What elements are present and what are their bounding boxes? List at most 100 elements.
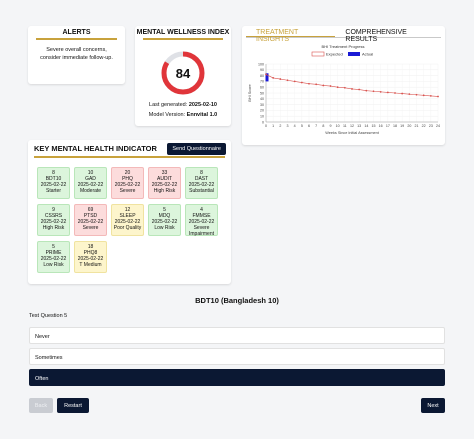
alerts-title: ALERTS: [62, 29, 91, 36]
option-sometimes[interactable]: Sometimes: [29, 348, 445, 365]
y-tick-label: 10: [260, 115, 264, 119]
tile-status: Severe: [119, 188, 136, 194]
x-tick-label: 12: [350, 124, 354, 128]
y-tick-label: 90: [260, 68, 264, 72]
expected-point: [379, 90, 382, 93]
wellness-model: Model Version: Ennvital 1.0: [135, 112, 231, 118]
indicator-tile-bdt10[interactable]: 8 BDT10 2025-02-22 Starter: [37, 167, 70, 199]
x-tick-label: 2: [279, 124, 281, 128]
x-tick-label: 21: [415, 124, 419, 128]
option-often[interactable]: Often: [29, 369, 445, 386]
indicators-title: KEY MENTAL HEALTH INDICATOR: [34, 144, 157, 153]
indicator-tile-prime[interactable]: 5 PRIME 2025-02-22 Low Risk: [37, 241, 70, 273]
legend-swatch-actual: [348, 52, 360, 56]
expected-point: [279, 78, 282, 80]
indicator-tile-dast[interactable]: 8 DAST 2025-02-22 Substantial: [185, 167, 218, 199]
x-tick-label: 7: [315, 124, 317, 128]
indicators-divider: [34, 156, 225, 158]
expected-point: [372, 90, 375, 93]
x-tick-label: 20: [407, 124, 411, 128]
x-tick-label: 14: [364, 124, 368, 128]
tab-treatment-insights[interactable]: TREATMENT INSIGHTS: [246, 26, 336, 43]
expected-point: [437, 95, 439, 98]
wellness-generated: Last generated: 2025-02-10: [135, 102, 231, 108]
y-tick-label: 60: [260, 86, 264, 90]
indicators-card: KEY MENTAL HEALTH INDICATOR Send Questio…: [28, 140, 231, 284]
x-tick-label: 13: [357, 124, 361, 128]
indicator-tile-phq[interactable]: 20 PHQ 2025-02-22 Severe: [111, 167, 144, 199]
expected-point: [329, 85, 332, 87]
x-tick-label: 8: [322, 124, 324, 128]
indicator-tile-gad[interactable]: 10 GAD 2025-02-22 Moderate: [74, 167, 107, 199]
x-tick-label: 3: [287, 124, 289, 128]
indicator-tile-cssrs[interactable]: 9 CSSRS 2025-02-22 High Risk: [37, 204, 70, 236]
wellness-title: MENTAL WELLNESS INDEX: [136, 29, 230, 36]
tile-status: Moderate: [79, 188, 102, 194]
x-tick-label: 0: [265, 124, 267, 128]
tile-status: Low Risk: [154, 225, 175, 231]
expected-point: [265, 73, 267, 76]
y-tick-label: 20: [260, 109, 264, 113]
tile-status: Poor Quality: [113, 225, 142, 231]
y-tick-label: 0: [262, 120, 264, 124]
indicator-tile-fmmse[interactable]: 4 FMMSE 2025-02-22 Severe Impairment: [185, 204, 218, 237]
model-label: Model Version:: [148, 112, 186, 118]
legend-swatch-expected: [311, 51, 325, 57]
option-never[interactable]: Never: [29, 327, 445, 344]
wellness-score: 84: [175, 65, 191, 81]
tile-status: Substantial: [189, 188, 214, 194]
tile-status: Starter: [45, 188, 61, 194]
question-text: Test Question 5: [29, 313, 68, 319]
expected-point: [336, 86, 339, 89]
x-tick-label: 22: [422, 124, 426, 128]
y-tick-label: 40: [260, 97, 264, 101]
x-tick-label: 10: [336, 124, 340, 128]
alerts-card: ALERTS Severe overall concerns, consider…: [28, 26, 125, 84]
legend-label-expected: Expected: [326, 52, 343, 57]
model-version: Ennvital 1.0: [186, 112, 218, 118]
next-button[interactable]: Next: [421, 398, 445, 413]
expected-point: [415, 93, 418, 96]
indicator-tile-audit[interactable]: 33 AUDIT 2025-02-22 High Risk: [148, 167, 181, 199]
indicator-tile-sleep[interactable]: 12 SLEEP 2025-02-22 Poor Quality: [111, 204, 144, 236]
expected-point: [351, 88, 353, 90]
tile-status: High Risk: [42, 225, 65, 231]
indicator-tile-ptsd[interactable]: 69 PTSD 2025-02-22 Severe: [74, 204, 107, 236]
indicator-tile-phq8[interactable]: 18 PHQ8 2025-02-22 T Medium: [74, 241, 107, 273]
wellness-divider: [143, 38, 223, 40]
y-tick-label: 50: [260, 91, 264, 95]
y-tick-label: 70: [260, 80, 264, 84]
x-tick-label: 18: [393, 124, 397, 128]
x-tick-label: 24: [436, 124, 440, 128]
x-tick-label: 23: [429, 124, 433, 128]
expected-point: [343, 86, 346, 89]
send-questionnaire-button[interactable]: Send Questionnaire: [167, 142, 226, 155]
chart-title: BHI Treatment Progress: [322, 44, 365, 49]
back-button[interactable]: Back: [29, 398, 53, 413]
expected-point: [293, 80, 296, 83]
wellness-index-card: MENTAL WELLNESS INDEX 84 Last generated:…: [135, 26, 231, 126]
questionnaire-title: BDT10 (Bangladesh 10): [195, 296, 279, 305]
tab-comprehensive-results[interactable]: COMPREHENSIVE RESULTS: [335, 26, 441, 43]
x-tick-label: 15: [372, 124, 376, 128]
restart-button[interactable]: Restart: [57, 398, 89, 413]
generated-label: Last generated:: [149, 102, 188, 108]
x-tick-label: 6: [308, 124, 310, 128]
tile-status: T Medium: [79, 262, 102, 268]
expected-point: [322, 84, 325, 87]
tile-status: Low Risk: [43, 262, 64, 268]
x-tick-label: 16: [379, 124, 383, 128]
x-tick-label: 9: [330, 124, 332, 128]
expected-point: [429, 95, 432, 97]
x-axis-label: Weeks Since Initial Assessment: [325, 131, 379, 135]
y-axis-label: BHI Score: [248, 84, 252, 101]
treatment-card: TREATMENT INSIGHTS COMPREHENSIVE RESULTS…: [242, 26, 445, 145]
y-tick-label: 100: [258, 62, 264, 66]
tile-status: Severe: [82, 225, 99, 231]
expected-point: [358, 88, 361, 91]
expected-point: [422, 94, 425, 97]
generated-date: 2025-02-10: [188, 102, 217, 108]
indicator-tile-mdq[interactable]: 5 MDQ 2025-02-22 Low Risk: [148, 204, 181, 236]
expected-point: [408, 93, 411, 96]
legend-label-actual: Actual: [362, 52, 373, 57]
